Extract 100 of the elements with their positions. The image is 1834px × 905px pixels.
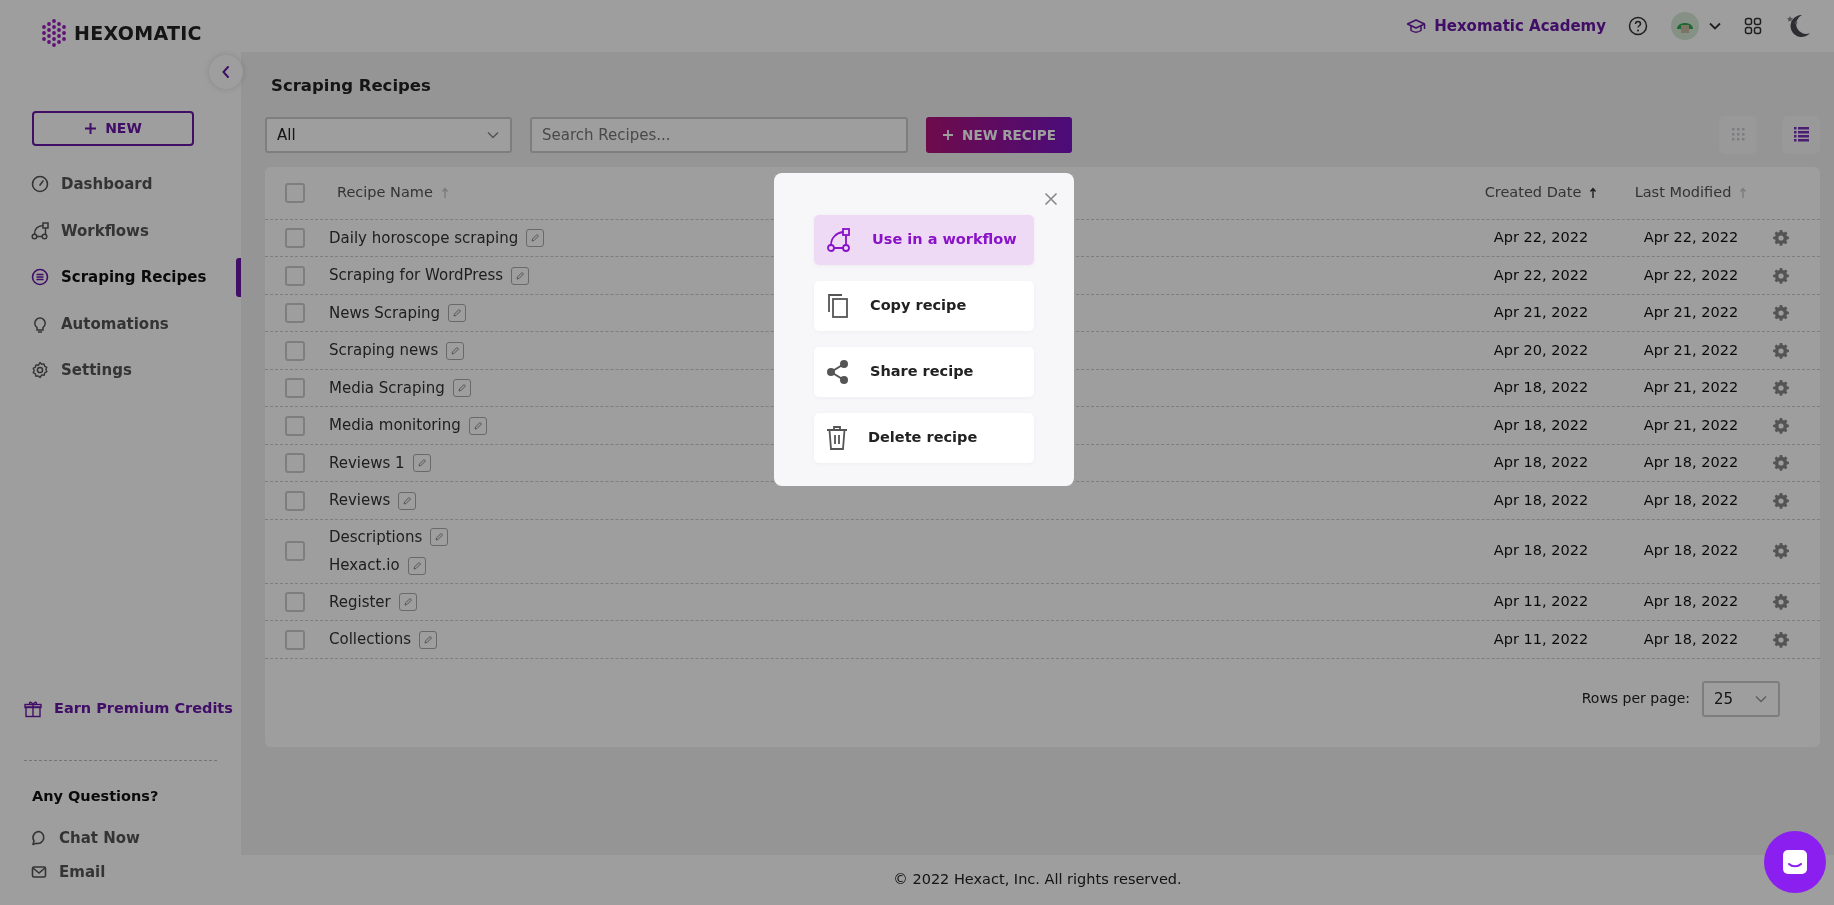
active-indicator bbox=[236, 258, 241, 297]
created-date: Apr 22, 2022 bbox=[1492, 228, 1590, 248]
contact-link[interactable]: Email bbox=[31, 861, 106, 884]
edit-button[interactable] bbox=[412, 454, 431, 472]
created-date: Apr 20, 2022 bbox=[1492, 340, 1590, 360]
modified-date: Apr 18, 2022 bbox=[1642, 453, 1740, 473]
edit-button[interactable] bbox=[430, 528, 449, 546]
column-header[interactable]: Last Modified bbox=[1634, 181, 1732, 204]
apps-grid-icon[interactable] bbox=[1744, 17, 1762, 35]
envelope-icon bbox=[31, 864, 47, 881]
sidebar-item[interactable]: Workflows bbox=[0, 207, 241, 254]
new-recipe-button[interactable]: NEW RECIPE bbox=[926, 116, 1072, 153]
search-field[interactable]: Search Recipes... bbox=[530, 116, 908, 153]
recipe-name: Hexact.io bbox=[329, 555, 400, 577]
column-header[interactable]: Created Date bbox=[1484, 181, 1582, 204]
rows-per-page-dropdown[interactable]: 25 bbox=[1702, 680, 1780, 717]
edit-button[interactable] bbox=[448, 304, 467, 322]
recipe-name: Media monitoring bbox=[329, 415, 461, 437]
row-checkbox[interactable] bbox=[285, 541, 305, 562]
menu-option[interactable]: Delete recipe bbox=[814, 413, 1034, 463]
row-checkbox[interactable] bbox=[285, 265, 305, 286]
avatar-icon[interactable] bbox=[1670, 11, 1700, 41]
settings-icon[interactable] bbox=[1773, 631, 1789, 648]
settings-icon[interactable] bbox=[1773, 267, 1789, 284]
modified-date: Apr 21, 2022 bbox=[1642, 340, 1740, 360]
contact-link[interactable]: Chat Now bbox=[31, 827, 140, 850]
plus-icon bbox=[84, 122, 98, 135]
settings-icon bbox=[31, 361, 49, 380]
academy-link[interactable]: Hexomatic Academy bbox=[1406, 14, 1606, 38]
edit-button[interactable] bbox=[526, 229, 545, 247]
modified-date: Apr 18, 2022 bbox=[1642, 592, 1740, 612]
row-checkbox[interactable] bbox=[285, 490, 305, 511]
modified-date: Apr 22, 2022 bbox=[1642, 228, 1740, 248]
edit-button[interactable] bbox=[446, 341, 465, 360]
created-date: Apr 11, 2022 bbox=[1492, 592, 1590, 612]
menu-option[interactable]: Copy recipe bbox=[814, 281, 1034, 331]
chevron-down-icon[interactable] bbox=[1708, 21, 1722, 31]
row-checkbox[interactable] bbox=[285, 629, 305, 650]
settings-icon[interactable] bbox=[1773, 543, 1789, 560]
menu-option[interactable]: Use in a workflow bbox=[814, 215, 1034, 265]
recipe-name: Reviews bbox=[329, 490, 391, 512]
pencil-icon bbox=[423, 634, 433, 645]
settings-icon[interactable] bbox=[1773, 455, 1789, 471]
row-checkbox[interactable] bbox=[285, 378, 305, 398]
select-all-checkbox[interactable] bbox=[285, 182, 305, 203]
collapse-button[interactable] bbox=[209, 55, 243, 89]
settings-icon[interactable] bbox=[1773, 594, 1789, 610]
lightbulb-icon bbox=[31, 314, 49, 333]
row-checkbox[interactable] bbox=[285, 453, 305, 473]
recipe-name: Collections bbox=[329, 629, 411, 651]
edit-button[interactable] bbox=[511, 266, 530, 285]
edit-button[interactable] bbox=[407, 556, 426, 575]
sort-arrow-icon[interactable] bbox=[1589, 186, 1598, 199]
sidebar-item[interactable]: Settings bbox=[0, 347, 241, 394]
row-checkbox[interactable] bbox=[285, 592, 305, 612]
rows-per-page-label: Rows per page: bbox=[1581, 689, 1690, 709]
settings-icon[interactable] bbox=[1773, 305, 1789, 321]
close-icon[interactable] bbox=[1044, 192, 1058, 206]
row-checkbox[interactable] bbox=[285, 228, 305, 248]
row-checkbox[interactable] bbox=[285, 340, 305, 361]
pencil-icon bbox=[402, 597, 413, 607]
created-date: Apr 18, 2022 bbox=[1492, 453, 1590, 473]
row-checkbox[interactable] bbox=[285, 415, 305, 436]
edit-button[interactable] bbox=[398, 593, 417, 611]
edit-button[interactable] bbox=[468, 416, 487, 435]
recipe-name: Daily horoscope scraping bbox=[329, 227, 519, 249]
earn-credits-link[interactable]: Earn Premium Credits bbox=[18, 697, 239, 721]
settings-icon[interactable] bbox=[1773, 230, 1789, 246]
edit-button[interactable] bbox=[419, 630, 437, 649]
recipe-name: Reviews 1 bbox=[329, 452, 405, 474]
section-heading: Any Questions? bbox=[32, 787, 159, 806]
edit-button[interactable] bbox=[398, 491, 417, 510]
settings-icon[interactable] bbox=[1773, 342, 1789, 359]
sidebar-item[interactable]: Automations bbox=[0, 300, 241, 347]
list-view-button[interactable] bbox=[1782, 115, 1820, 154]
modified-date: Apr 18, 2022 bbox=[1642, 629, 1740, 649]
sidebar-item[interactable]: Dashboard bbox=[0, 161, 241, 208]
new-button[interactable]: NEW bbox=[32, 111, 194, 146]
sidebar-item[interactable]: Scraping Recipes bbox=[0, 254, 241, 301]
modified-date: Apr 18, 2022 bbox=[1642, 541, 1740, 561]
menu-option[interactable]: Share recipe bbox=[814, 347, 1034, 397]
recipe-name: Scraping for WordPress bbox=[329, 265, 504, 287]
settings-icon[interactable] bbox=[1773, 492, 1789, 509]
grid-view-button[interactable] bbox=[1719, 115, 1757, 154]
graduation-cap-icon bbox=[1406, 18, 1427, 34]
column-header[interactable]: Recipe Name bbox=[337, 181, 433, 204]
copy-icon bbox=[826, 293, 850, 319]
pencil-icon bbox=[530, 233, 541, 243]
pencil-icon bbox=[450, 345, 461, 356]
edit-button[interactable] bbox=[452, 379, 471, 397]
row-checkbox[interactable] bbox=[285, 303, 305, 323]
pencil-icon bbox=[515, 270, 526, 281]
settings-icon[interactable] bbox=[1773, 417, 1789, 434]
help-icon[interactable] bbox=[1628, 16, 1648, 36]
pencil-icon bbox=[472, 420, 483, 431]
created-date: Apr 11, 2022 bbox=[1492, 629, 1590, 649]
settings-icon[interactable] bbox=[1773, 380, 1789, 396]
filter-dropdown[interactable]: All bbox=[265, 116, 512, 153]
modified-date: Apr 21, 2022 bbox=[1642, 415, 1740, 435]
modified-date: Apr 18, 2022 bbox=[1642, 490, 1740, 510]
